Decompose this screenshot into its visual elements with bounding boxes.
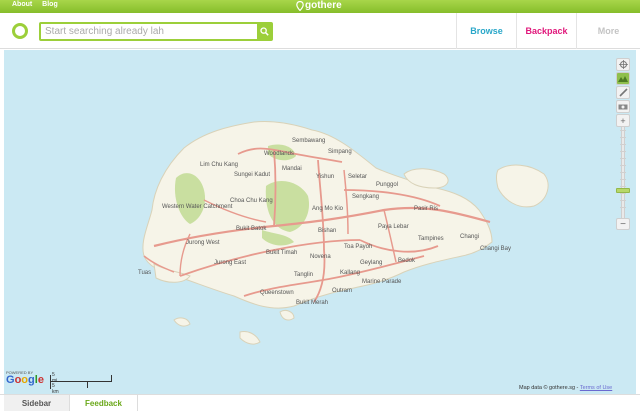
attribution-text: Map data © gothere.sg - xyxy=(519,385,580,391)
place-label: Bukit Batok xyxy=(236,226,267,232)
location-pin-icon xyxy=(296,0,304,11)
terms-of-use-link[interactable]: Terms of Use xyxy=(580,385,612,391)
place-label: Tanglin xyxy=(294,272,314,278)
camera-icon[interactable] xyxy=(616,100,630,113)
search-box xyxy=(39,22,273,41)
place-label: Outram xyxy=(332,288,353,294)
nav-backpack[interactable]: Backpack xyxy=(516,13,576,49)
place-label: Seletar xyxy=(348,174,368,180)
zoom-slider-handle[interactable] xyxy=(616,188,630,193)
place-label: Bukit Merah xyxy=(296,300,329,306)
place-label: Sembawang xyxy=(292,138,326,144)
place-label: Bukit Timah xyxy=(266,250,298,256)
brand-name: gothere xyxy=(305,0,342,11)
bottom-bar: Sidebar Feedback xyxy=(0,394,640,411)
tab-feedback[interactable]: Feedback xyxy=(70,395,138,411)
place-label: Sengkang xyxy=(352,194,380,200)
place-label: Novena xyxy=(310,254,331,260)
place-label: Queenstown xyxy=(260,290,294,296)
place-label: Simpang xyxy=(328,149,352,155)
place-label: Choa Chu Kang xyxy=(230,198,273,204)
search-button[interactable] xyxy=(257,24,271,39)
place-label: Kallang xyxy=(340,270,361,276)
search-input[interactable] xyxy=(41,24,255,39)
locate-ring-icon[interactable] xyxy=(12,23,28,39)
place-label: Tuas xyxy=(138,270,152,276)
map-attribution: Map data © gothere.sg - Terms of Use xyxy=(519,385,612,391)
place-label: Pasir Ris xyxy=(414,206,439,212)
place-label: Marine Parade xyxy=(362,279,402,285)
singapore-map-graphic xyxy=(142,121,549,345)
place-label: Bishan xyxy=(318,228,337,234)
nav-more[interactable]: More xyxy=(576,13,640,49)
ruler-icon[interactable] xyxy=(616,86,630,99)
place-label: Ang Mo Kio xyxy=(312,206,344,212)
place-label: Sungei Kadut xyxy=(234,172,271,178)
map-controls: + xyxy=(616,58,630,128)
place-label: Geylang xyxy=(360,260,383,266)
place-label: Changi Bay xyxy=(480,246,512,252)
map-canvas[interactable]: Sembawang Woodlands Simpang Lim Chu Kang… xyxy=(4,50,636,394)
place-label: Jurong East xyxy=(214,260,247,266)
blog-link[interactable]: Blog xyxy=(42,1,58,8)
google-logo[interactable]: POWERED BY Google xyxy=(6,370,44,386)
place-label: Punggol xyxy=(376,182,399,188)
top-links: About Blog xyxy=(12,1,66,8)
place-label: Woodlands xyxy=(264,151,294,157)
google-wordmark: Google xyxy=(6,374,44,386)
place-label: Changi xyxy=(460,234,480,240)
place-label: Yishun xyxy=(316,174,335,180)
magnifier-icon xyxy=(259,27,269,36)
place-label: Mandai xyxy=(282,166,302,172)
place-label: Tampines xyxy=(418,236,444,242)
brand-logo[interactable]: gothere xyxy=(296,0,342,11)
zoom-out-button[interactable]: − xyxy=(616,218,630,230)
place-label: Western Water Catchment xyxy=(162,204,233,210)
place-label: Paya Lebar xyxy=(378,224,409,230)
nav-browse[interactable]: Browse xyxy=(456,13,516,49)
search-header: Browse Backpack More xyxy=(0,13,640,49)
tab-sidebar[interactable]: Sidebar xyxy=(4,395,70,411)
top-strip: About Blog gothere xyxy=(0,0,640,13)
terrain-icon[interactable] xyxy=(616,72,630,85)
about-link[interactable]: About xyxy=(12,1,32,8)
zoom-ticks xyxy=(620,130,626,214)
place-label: Jurong West xyxy=(186,240,220,246)
crosshair-icon[interactable] xyxy=(616,58,630,71)
place-label: Toa Payoh xyxy=(344,244,373,250)
place-label: Lim Chu Kang xyxy=(200,162,239,168)
place-label: Bedok xyxy=(398,258,416,264)
